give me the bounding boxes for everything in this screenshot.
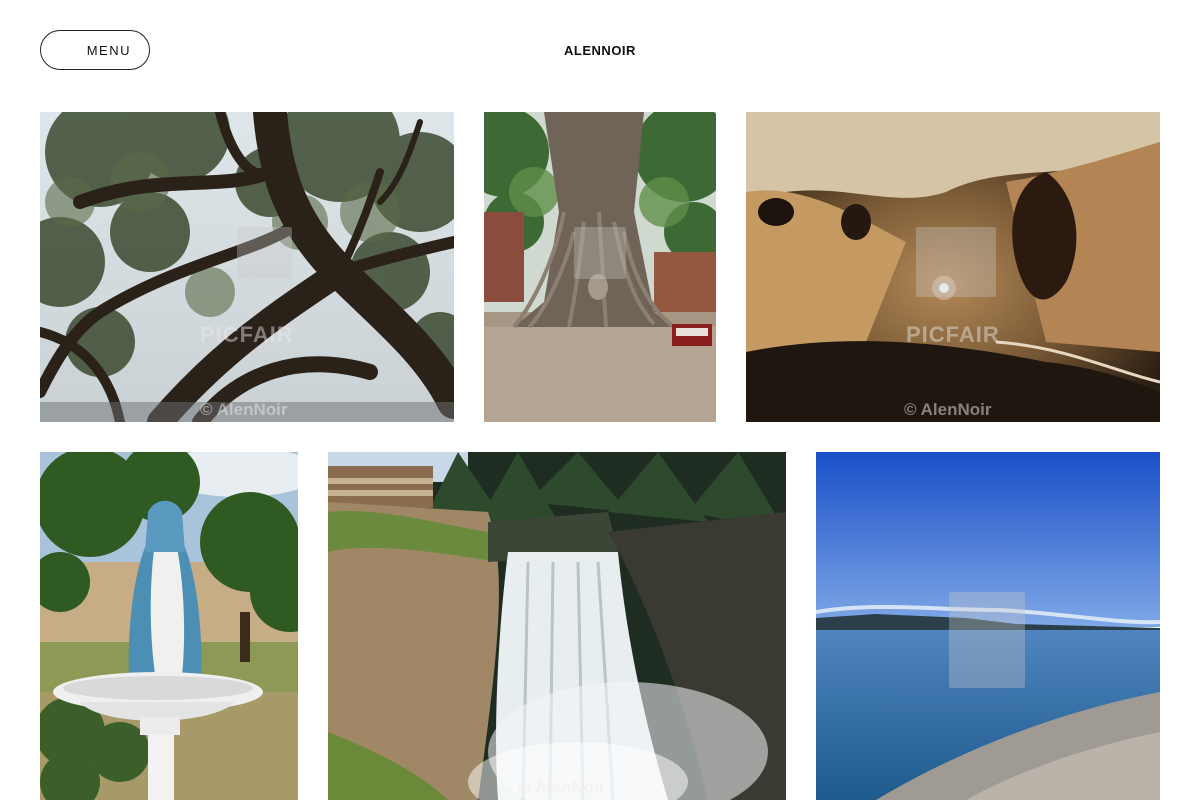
statue-image [40, 452, 298, 800]
watermark-copyright: © AlenNoir [200, 400, 288, 419]
watermark-copyright: © AlenNoir [518, 778, 606, 797]
watermark-logo-icon [237, 227, 292, 279]
site-header: MENU ALENNOIR [0, 0, 1200, 100]
photo-buddha-tree[interactable] [484, 112, 716, 422]
watermark-site: PICFAIR [200, 322, 294, 347]
watermark-site: PICFAIR [906, 322, 1000, 347]
watermark-logo-icon [574, 227, 626, 279]
photo-statue[interactable] [40, 452, 298, 800]
photo-cave[interactable]: PICFAIR © AlenNoir [746, 112, 1160, 422]
photo-oak-tree[interactable]: PICFAIR © AlenNoir [40, 112, 454, 422]
watermark-logo-icon [916, 227, 996, 297]
waterfall-image [328, 452, 786, 800]
photo-waterfall[interactable]: © AlenNoir [328, 452, 786, 800]
site-brand[interactable]: ALENNOIR [0, 43, 1200, 58]
watermark-copyright: © AlenNoir [904, 400, 992, 419]
watermark-logo-icon [949, 592, 1025, 688]
photo-shoreline[interactable] [816, 452, 1160, 800]
